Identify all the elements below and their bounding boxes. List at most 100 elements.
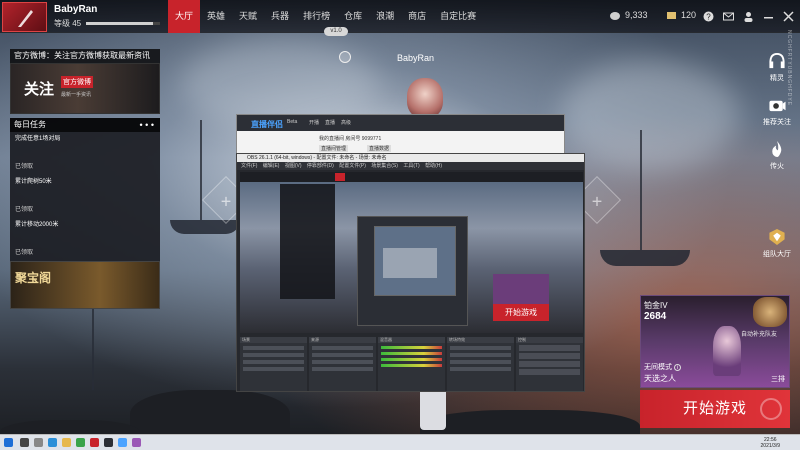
gold-icon bbox=[667, 11, 676, 19]
folder-icon[interactable] bbox=[62, 438, 71, 447]
task-view-icon[interactable] bbox=[34, 438, 43, 447]
audio-meter[interactable] bbox=[381, 346, 442, 349]
obs-dock-row[interactable] bbox=[312, 360, 373, 364]
help-icon[interactable]: ? bbox=[703, 9, 714, 22]
nav-tab-8[interactable]: 自定比赛 bbox=[433, 0, 483, 33]
obs-dock-row[interactable] bbox=[312, 367, 373, 371]
more-icon[interactable]: • • • bbox=[140, 118, 154, 132]
windows-start-icon[interactable] bbox=[4, 438, 13, 447]
room-info: 我的直播间 房间号 9099771 bbox=[319, 136, 382, 142]
obs-dock-row[interactable] bbox=[243, 346, 304, 350]
obs-dock-row[interactable] bbox=[312, 353, 373, 357]
wechat-icon[interactable] bbox=[76, 438, 85, 447]
top-navigation-bar: BabyRan 等级 45 大厅 英雄 天赋 兵器 排行榜 仓库 浪潮 商店 自定比赛 9,33… bbox=[0, 0, 800, 33]
rank-card[interactable]: 铂金IV 2684 自动补充队友 无间模式 i 天选之人 三排 bbox=[640, 295, 790, 388]
companion-tab[interactable]: 高级 bbox=[341, 119, 351, 126]
app-icon[interactable] bbox=[132, 438, 141, 447]
nav-tab-6[interactable]: 浪潮 bbox=[369, 0, 401, 33]
task-list: 完成任意1场对局 已领取 累计爬树50米 已领取 累计移动2000米 已领取 bbox=[10, 132, 160, 261]
preview-left-panel bbox=[280, 184, 335, 299]
system-clock[interactable]: 22:56 2021/3/9 bbox=[761, 437, 780, 449]
search-icon[interactable] bbox=[20, 438, 29, 447]
companion-tab[interactable]: 直播 bbox=[325, 119, 335, 126]
mode-character-art bbox=[713, 326, 741, 376]
nav-tab-1[interactable]: 英雄 bbox=[200, 0, 232, 33]
nav-tab-2[interactable]: 天赋 bbox=[232, 0, 264, 33]
obs-control-button[interactable] bbox=[519, 361, 580, 367]
headset-icon bbox=[769, 52, 785, 69]
auto-fill-teammates[interactable]: 自动补充队友 bbox=[741, 329, 777, 338]
task-item[interactable]: 完成任意1场对局 已领取 bbox=[10, 132, 160, 175]
gold-balance[interactable]: 120 bbox=[666, 10, 696, 20]
mail-icon[interactable] bbox=[723, 9, 734, 21]
treasure-pavilion-banner[interactable]: 聚宝阁 bbox=[10, 261, 160, 309]
room-manage-button[interactable]: 直播间管理 bbox=[319, 145, 349, 152]
companion-tab[interactable]: 开播 bbox=[309, 119, 319, 126]
obs-dock-row[interactable] bbox=[450, 360, 511, 364]
start-game-button[interactable]: 开始游戏 bbox=[640, 390, 790, 428]
obs-menubar[interactable]: 文件(F) 编辑(E) 视图(V) 停靠部件(D) 配置文件(P) 场景集合(S… bbox=[237, 162, 584, 170]
weibo-banner[interactable]: 关注 官方微博 最新一手资讯 bbox=[10, 63, 160, 114]
ship-mast bbox=[640, 130, 642, 250]
game-mode-label: 无间模式 bbox=[644, 364, 672, 371]
version-pill[interactable]: v1.0 bbox=[324, 27, 348, 36]
obs-dock-row[interactable] bbox=[450, 367, 511, 371]
obs-control-button[interactable] bbox=[519, 369, 580, 375]
team-size[interactable]: 三排 bbox=[771, 374, 785, 384]
camera-icon bbox=[769, 100, 786, 112]
obs-dock-title: 场景 bbox=[240, 337, 307, 343]
quick-button-3[interactable]: 组队大厅 bbox=[757, 228, 797, 259]
coin-balance[interactable]: 9,333 bbox=[610, 10, 648, 20]
audio-meter[interactable] bbox=[381, 358, 442, 361]
obs-dock-row[interactable] bbox=[312, 346, 373, 350]
obs-dock-row[interactable] bbox=[243, 367, 304, 371]
obs-dock: 场景 bbox=[240, 337, 307, 391]
audio-meter[interactable] bbox=[381, 352, 442, 355]
svg-text:?: ? bbox=[706, 13, 711, 22]
obs-dock-row[interactable] bbox=[450, 353, 511, 357]
weibo-follow-text: 关注 bbox=[24, 81, 55, 98]
obs-dock-title: 控制 bbox=[516, 337, 583, 343]
nav-tab-3[interactable]: 兵器 bbox=[264, 0, 296, 33]
quick-button-2[interactable]: 传火 bbox=[757, 140, 797, 171]
close-icon[interactable] bbox=[783, 9, 794, 22]
coin-icon bbox=[610, 11, 620, 20]
quick-button-label: 精灵 bbox=[770, 75, 784, 82]
friends-icon[interactable] bbox=[743, 9, 754, 22]
nav-tab-0[interactable]: 大厅 bbox=[168, 0, 201, 33]
gold-amount: 120 bbox=[681, 10, 697, 20]
quick-button-0[interactable]: 精灵 bbox=[757, 52, 797, 83]
obs-dock-row[interactable] bbox=[243, 360, 304, 364]
obs-dock-title: 转场特效 bbox=[447, 337, 514, 343]
nav-tab-7[interactable]: 商店 bbox=[401, 0, 433, 33]
room-data-button[interactable]: 直播数据 bbox=[367, 145, 392, 152]
companion-app-icon[interactable] bbox=[118, 438, 127, 447]
xp-fill bbox=[86, 22, 153, 25]
obs-control-button[interactable] bbox=[519, 353, 580, 359]
ship-mast bbox=[92, 300, 94, 390]
game-mode[interactable]: 无间模式 i bbox=[644, 362, 681, 372]
task-status: 已领取 bbox=[15, 207, 34, 213]
lobby-action-icon[interactable] bbox=[339, 51, 351, 63]
obs-titlebar: OBS 26.1.1 (64-bit, windows) - 配置文件: 未命名… bbox=[237, 154, 584, 162]
browser-icon[interactable] bbox=[48, 438, 57, 447]
obs-dock-row[interactable] bbox=[243, 353, 304, 357]
weibo-tag: 官方微博 bbox=[61, 76, 93, 88]
task-text: 完成任意1场对局 bbox=[15, 136, 61, 142]
game-app-icon[interactable] bbox=[90, 438, 99, 447]
audio-meter[interactable] bbox=[381, 364, 442, 367]
task-item[interactable]: 累计移动2000米 已领取 bbox=[10, 218, 160, 261]
avatar[interactable] bbox=[2, 2, 47, 32]
obs-dock-row[interactable] bbox=[450, 346, 511, 350]
sky-ship bbox=[600, 250, 690, 266]
obs-app-icon[interactable] bbox=[104, 438, 113, 447]
task-text: 累计爬树50米 bbox=[15, 179, 52, 185]
obs-dock-title: 混音器 bbox=[378, 337, 445, 343]
obs-control-button[interactable] bbox=[519, 345, 580, 351]
task-item[interactable]: 累计爬树50米 已领取 bbox=[10, 175, 160, 218]
info-icon[interactable]: i bbox=[674, 364, 681, 371]
blade-icon bbox=[18, 10, 33, 27]
quick-button-1[interactable]: 推荐关注 bbox=[757, 96, 797, 127]
quick-button-label: 传火 bbox=[770, 163, 784, 170]
minimize-icon[interactable] bbox=[763, 9, 774, 20]
